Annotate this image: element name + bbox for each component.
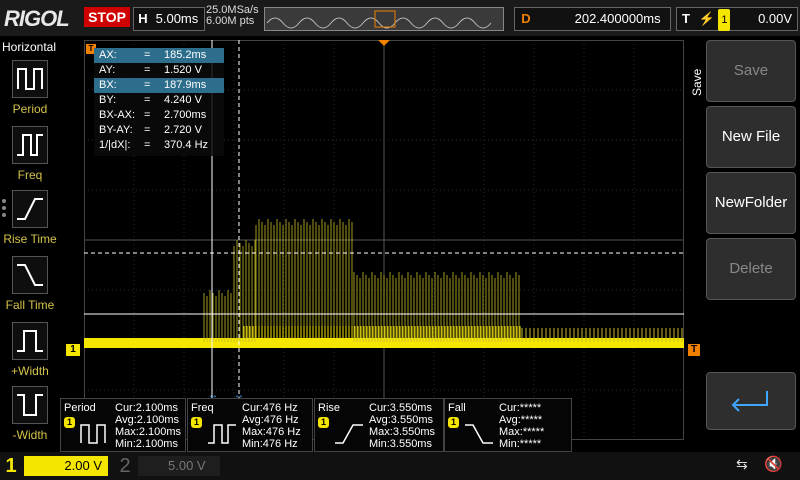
measurement-title: Fall: [448, 402, 466, 414]
trigger-edge-icon: ⚡: [698, 11, 715, 26]
run-stop-indicator[interactable]: STOP: [84, 7, 130, 27]
enter-icon: [731, 391, 768, 412]
measurement-channel: 1: [191, 417, 202, 428]
frequency-icon: [12, 126, 48, 164]
rise-time-icon: [335, 424, 363, 444]
speaker-muted-icon[interactable]: 🔇: [764, 455, 783, 473]
delete-button[interactable]: Delete: [706, 238, 796, 300]
frequency-icon: [208, 424, 236, 444]
menu-item-label: +Width: [11, 364, 49, 378]
cursor-readout-row: BX-AX: = 2.700ms: [99, 109, 207, 121]
ch1-offset-marker[interactable]: 1: [66, 344, 80, 356]
trigger-indicator[interactable]: T ⚡ 1 0.00V: [676, 7, 798, 31]
menu-item-label: -Width: [12, 428, 48, 442]
acquisition-info: 25.0MSa/s 6.00M pts: [206, 5, 259, 27]
menu-item-rise-time[interactable]: Rise Time: [0, 186, 60, 248]
negative-width-icon: [12, 386, 48, 424]
ch2-label[interactable]: 2: [114, 452, 136, 480]
cursor-readout-row: BY: = 4.240 V: [99, 94, 202, 106]
menu-item-label: Rise Time: [3, 232, 57, 246]
measurement-title: Rise: [318, 402, 341, 414]
menu-item-freq[interactable]: Freq: [0, 122, 60, 184]
measurement-values: Cur:476 Hz Avg:476 Hz Max:476 Hz Min:476 Hz: [242, 402, 301, 450]
fall-time-icon: [465, 424, 493, 444]
delay-value: 202.400000ms: [574, 11, 661, 26]
menu-item-negative-width[interactable]: -Width: [0, 382, 60, 444]
cursor-readout-row: AX: = 185.2ms: [94, 48, 224, 63]
period-icon: [80, 424, 106, 444]
measurement-values: Cur:2.100ms Avg:2.100ms Max:2.100ms Min:2.1…: [115, 402, 182, 450]
cursor-readout-row: BX: = 187.9ms: [94, 78, 224, 93]
new-file-button[interactable]: New File: [706, 106, 796, 168]
menu-item-fall-time[interactable]: Fall Time: [0, 252, 60, 314]
measurement-fall[interactable]: Fall 1 Cur:***** Avg:***** Max:***** Min:**…: [444, 398, 572, 452]
cursor-readout-row: 1/|dX|: = 370.4 Hz: [99, 139, 209, 151]
fall-time-icon: [12, 256, 48, 294]
delay-key: D: [521, 11, 531, 26]
menu-item-label: Fall Time: [5, 298, 55, 312]
timebase-indicator[interactable]: H 5.00ms: [133, 7, 205, 31]
trigger-key: T: [682, 11, 690, 26]
measurement-title: Period: [64, 402, 96, 414]
trigger-level: 0.00V: [758, 11, 793, 26]
memory-depth: 6.00M pts: [206, 15, 255, 27]
ch2-scale[interactable]: 5.00 V: [138, 456, 220, 476]
delay-indicator[interactable]: D 202.400000ms: [514, 7, 671, 31]
cursor-readout-row: AY: = 1.520 V: [99, 64, 202, 76]
timebase-key: H: [138, 11, 148, 26]
menu-item-positive-width[interactable]: +Width: [0, 318, 60, 380]
measurement-channel: 1: [318, 417, 329, 428]
memory-overview-bar: [264, 7, 504, 31]
period-icon: [12, 60, 48, 98]
save-button[interactable]: Save: [706, 40, 796, 102]
ch1-label[interactable]: 1: [0, 452, 22, 480]
save-menu-title: Save: [690, 68, 704, 96]
cursor-readout-row: BY-AY: = 2.720 V: [99, 124, 202, 136]
trigger-level-marker[interactable]: T: [688, 344, 700, 356]
usb-icon: ⇆: [736, 456, 748, 472]
measurement-values: Cur:3.550ms Avg:3.550ms Max:3.550ms Min:3.5…: [369, 402, 436, 450]
measurement-channel: 1: [64, 417, 75, 428]
measurement-rise[interactable]: Rise 1 Cur:3.550ms Avg:3.550ms Max:3.550ms…: [314, 398, 444, 452]
timebase-value: 5.00ms: [155, 11, 199, 26]
brand-logo: RIGOL: [4, 6, 70, 31]
memory-waveform-overview: [265, 8, 503, 30]
measurement-period[interactable]: Period 1 Cur:2.100ms Avg:2.100ms Max:2.100…: [60, 398, 186, 452]
measurement-values: Cur:***** Avg:***** Max:***** Min:*****: [499, 402, 545, 450]
positive-width-icon: [12, 322, 48, 360]
new-folder-button[interactable]: NewFolder: [706, 172, 796, 234]
enter-button[interactable]: [706, 372, 796, 430]
measurement-frequency[interactable]: Freq 1 Cur:476 Hz Avg:476 Hz Max:476 Hz Min…: [187, 398, 313, 452]
measurement-channel: 1: [448, 417, 459, 428]
menu-item-label: Freq: [17, 168, 43, 182]
menu-title: Horizontal: [2, 40, 57, 54]
rise-time-icon: [12, 190, 48, 228]
menu-item-period[interactable]: Period: [0, 56, 60, 118]
ch1-scale[interactable]: 2.00 V: [24, 456, 108, 476]
menu-item-label: Period: [12, 102, 48, 116]
cursor-readout-panel: AX: = 185.2ms AY: = 1.520 V BX: = 187.9ms BY: =…: [94, 48, 224, 156]
measurement-title: Freq: [191, 402, 214, 414]
trigger-channel: 1: [718, 9, 731, 31]
